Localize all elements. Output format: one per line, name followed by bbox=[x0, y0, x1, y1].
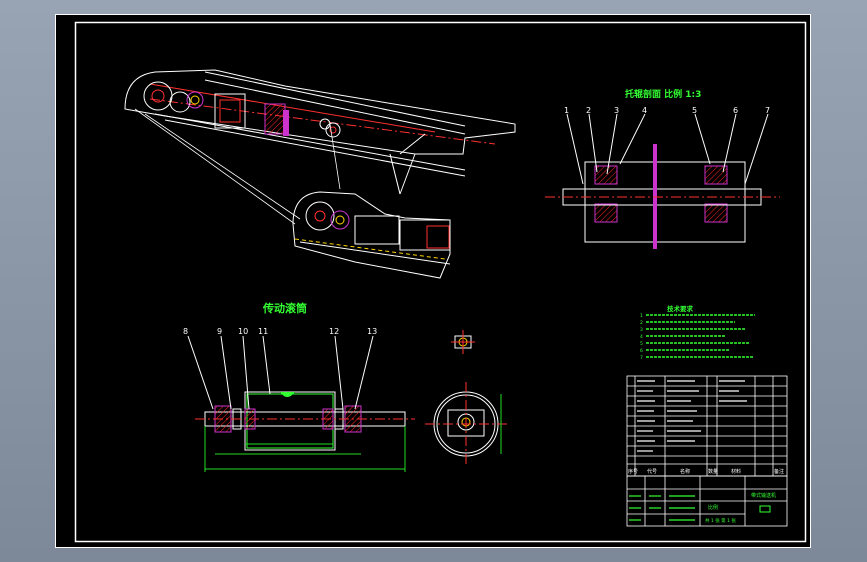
tech-requirement-number: 2 bbox=[640, 320, 643, 326]
idler-section-title: 托辊剖面 比例 1:3 bbox=[625, 88, 701, 100]
drive-pulley-balloons: 8 9 10 11 12 13 bbox=[183, 327, 377, 336]
balloon-label: 2 bbox=[586, 106, 591, 115]
pulley-end-view bbox=[425, 382, 510, 466]
balloon-label: 1 bbox=[564, 106, 569, 115]
idler-section-view bbox=[545, 113, 780, 249]
drawing-sheet[interactable]: 托辊剖面 比例 1:3 1 2 3 4 5 6 7 传动滚筒 8 9 10 11… bbox=[55, 14, 811, 548]
conveyor-assembly-view bbox=[124, 69, 516, 279]
balloon-label: 12 bbox=[329, 327, 339, 336]
balloon-label: 13 bbox=[367, 327, 377, 336]
balloon-label: 7 bbox=[765, 106, 770, 115]
tech-requirement-number: 5 bbox=[640, 341, 643, 347]
cad-viewport[interactable]: 托辊剖面 比例 1:3 1 2 3 4 5 6 7 传动滚筒 8 9 10 11… bbox=[0, 0, 867, 562]
drawing-canvas[interactable]: 托辊剖面 比例 1:3 1 2 3 4 5 6 7 传动滚筒 8 9 10 11… bbox=[55, 14, 811, 548]
drive-pulley-view bbox=[187, 335, 415, 472]
scale-label: 比例 bbox=[708, 504, 718, 511]
balloon-label: 8 bbox=[183, 327, 188, 336]
balloon-label: 3 bbox=[614, 106, 619, 115]
idler-balloons: 1 2 3 4 5 6 7 bbox=[564, 106, 770, 115]
drawing-name: 带式输送机 bbox=[751, 492, 776, 499]
tech-requirements-text: 1 2 3 4 5 6 7 bbox=[640, 313, 755, 361]
col-header: 材料 bbox=[731, 468, 741, 475]
col-header: 序号 bbox=[628, 468, 638, 475]
tech-requirement-number: 3 bbox=[640, 327, 643, 333]
balloon-label: 4 bbox=[642, 106, 647, 115]
title-block-fill bbox=[629, 495, 695, 521]
balloon-label: 10 bbox=[238, 327, 248, 336]
col-header: 备注 bbox=[774, 468, 784, 475]
tech-requirement-number: 4 bbox=[640, 334, 643, 340]
drive-pulley-title: 传动滚筒 bbox=[262, 301, 307, 315]
col-header: 代号 bbox=[647, 468, 657, 475]
tech-requirement-number: 6 bbox=[640, 348, 643, 354]
drawing-number-box bbox=[759, 505, 771, 513]
sheet-label: 共 1 张 第 1 张 bbox=[705, 517, 736, 524]
balloon-label: 5 bbox=[692, 106, 697, 115]
balloon-label: 6 bbox=[733, 106, 738, 115]
tech-requirements-title: 技术要求 bbox=[667, 304, 694, 313]
balloon-label: 9 bbox=[217, 327, 222, 336]
col-header: 数量 bbox=[708, 468, 718, 475]
col-header: 名称 bbox=[680, 468, 690, 475]
small-detail-view bbox=[451, 330, 475, 354]
balloon-label: 11 bbox=[258, 327, 268, 336]
tech-requirement-number: 1 bbox=[640, 313, 643, 319]
parts-list-header: 序号 代号 名称 数量 材料 备注 bbox=[628, 468, 784, 475]
tech-requirement-number: 7 bbox=[640, 355, 643, 361]
